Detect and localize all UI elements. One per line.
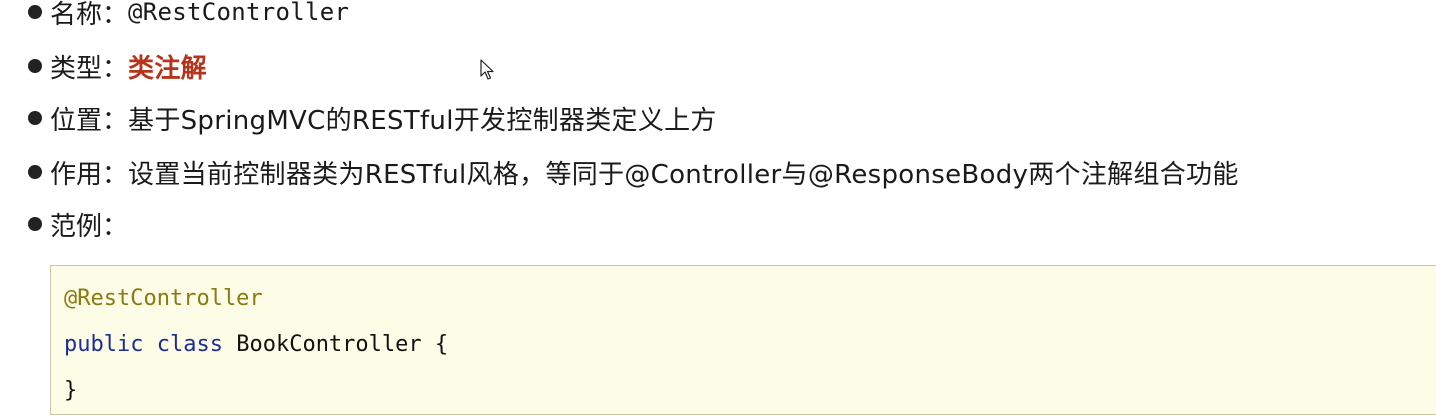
code-keyword-class: class bbox=[156, 332, 223, 357]
bullet-purpose: 作用： 设置当前控制器类为RESTful风格，等同于@Controller与@R… bbox=[28, 152, 1239, 192]
type-value: 类注解 bbox=[128, 53, 207, 84]
code-example-block: @RestController public class BookControl… bbox=[50, 265, 1436, 415]
bullet-dot-icon bbox=[28, 111, 42, 125]
name-value: @RestController bbox=[128, 0, 350, 26]
bullet-dot-icon bbox=[28, 165, 42, 179]
code-line-class-declaration: public class BookController { bbox=[64, 332, 448, 357]
type-label: 类型： bbox=[50, 53, 129, 84]
mouse-pointer-icon bbox=[480, 59, 494, 80]
bullet-dot-icon bbox=[28, 59, 42, 73]
purpose-value: 设置当前控制器类为RESTful风格，等同于@Controller与@Respo… bbox=[128, 159, 1239, 190]
location-label: 位置： bbox=[50, 105, 129, 136]
code-line-closing: } bbox=[64, 378, 77, 403]
bullet-example: 范例： bbox=[28, 204, 128, 244]
name-label: 名称： bbox=[50, 0, 129, 30]
location-value: 基于SpringMVC的RESTful开发控制器类定义上方 bbox=[128, 105, 717, 136]
bullet-dot-icon bbox=[28, 217, 42, 231]
code-closing-brace: } bbox=[64, 378, 78, 403]
code-annotation: @RestController bbox=[64, 286, 263, 311]
example-label: 范例： bbox=[50, 211, 129, 242]
code-class-name: BookController { bbox=[236, 332, 449, 357]
code-keyword-public: public bbox=[64, 332, 144, 357]
bullet-location: 位置： 基于SpringMVC的RESTful开发控制器类定义上方 bbox=[28, 98, 717, 138]
purpose-label: 作用： bbox=[50, 159, 129, 190]
bullet-name: 名称： @RestController bbox=[28, 0, 349, 32]
bullet-dot-icon bbox=[28, 5, 42, 19]
bullet-type: 类型： 类注解 bbox=[28, 46, 207, 86]
code-line-annotation: @RestController bbox=[64, 286, 263, 311]
